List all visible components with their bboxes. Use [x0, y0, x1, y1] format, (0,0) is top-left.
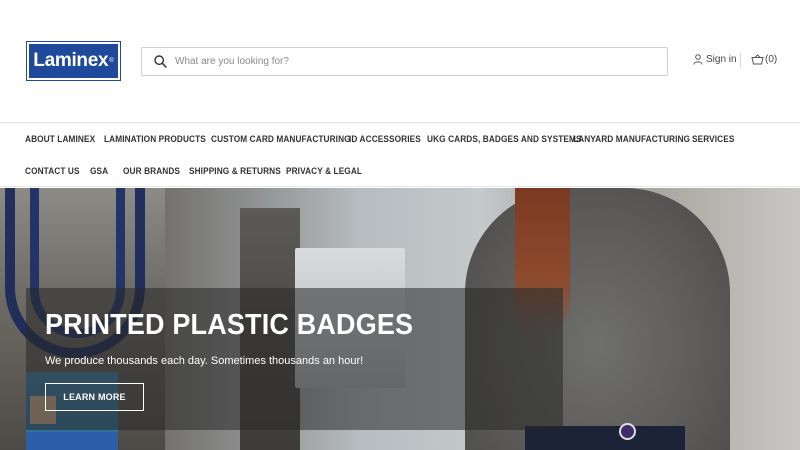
nav-item-custom-card-manufacturing[interactable]: CUSTOM CARD MANUFACTURING: [211, 134, 351, 144]
site-header: Laminex® Sign in (0): [0, 0, 800, 123]
logo-text: Laminex: [33, 50, 109, 71]
nav-item-gsa[interactable]: GSA: [90, 166, 108, 176]
hero-badge-pin: [619, 423, 636, 440]
user-icon: [693, 54, 703, 65]
nav-item-lamination-products[interactable]: LAMINATION PRODUCTS: [104, 134, 206, 144]
hero-banner: PRINTED PLASTIC BADGES We produce thousa…: [0, 188, 800, 450]
learn-more-button[interactable]: LEARN MORE: [45, 383, 144, 411]
nav-item-lanyard-manufacturing[interactable]: LANYARD MANUFACTURING: [573, 134, 690, 144]
main-navigation: ABOUT LAMINEX LAMINATION PRODUCTS CUSTOM…: [0, 124, 800, 187]
cart-count: (0): [765, 54, 778, 65]
sign-in-label: Sign in: [706, 54, 737, 65]
nav-item-services[interactable]: SERVICES: [692, 134, 734, 144]
nav-item-our-brands[interactable]: OUR BRANDS: [123, 166, 180, 176]
nav-item-ukg-cards[interactable]: UKG CARDS, BADGES AND SYSTEMS: [427, 134, 582, 144]
nav-item-privacy-legal[interactable]: PRIVACY & LEGAL: [286, 166, 362, 176]
nav-item-id-accessories[interactable]: ID ACCESSORIES: [349, 134, 421, 144]
search-input[interactable]: [175, 56, 645, 67]
hero-subtitle: We produce thousands each day. Sometimes…: [45, 355, 364, 367]
hero-title: PRINTED PLASTIC BADGES: [45, 309, 414, 341]
nav-item-shipping-returns[interactable]: SHIPPING & RETURNS: [189, 166, 281, 176]
header-divider: [740, 53, 741, 68]
search-bar[interactable]: [141, 47, 668, 76]
search-icon[interactable]: [153, 55, 167, 69]
cart-link[interactable]: (0): [751, 54, 777, 65]
laminex-logo[interactable]: Laminex ®: [26, 41, 121, 81]
nav-item-contact-us[interactable]: CONTACT US: [25, 166, 80, 176]
nav-item-about[interactable]: ABOUT LAMINEX: [25, 134, 95, 144]
logo-registered-mark: ®: [109, 58, 114, 64]
sign-in-link[interactable]: Sign in: [693, 54, 737, 65]
cart-icon: [751, 54, 764, 65]
hero-id-card-image-2: [26, 432, 118, 450]
